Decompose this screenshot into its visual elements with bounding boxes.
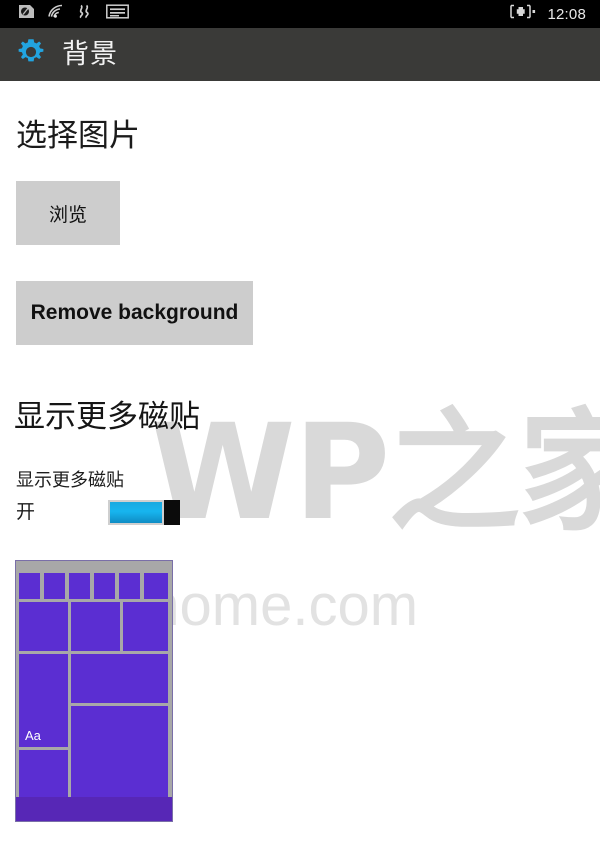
preview-tile-small: [144, 573, 168, 599]
show-more-tiles-toggle-label: 显示更多磁贴: [16, 470, 124, 491]
show-more-tiles-toggle-state: 开: [16, 501, 36, 523]
preview-tile-small: [119, 573, 140, 599]
preview-tile-small: [94, 573, 115, 599]
preview-tile-small: [44, 573, 65, 599]
show-more-tiles-section-title: 显示更多磁贴: [14, 399, 200, 435]
remove-background-button[interactable]: Remove background: [16, 281, 253, 345]
preview-bottom-bar: [16, 797, 172, 821]
pick-image-section-title: 选择图片: [16, 118, 140, 154]
sim-card-icon: [18, 4, 35, 24]
start-screen-preview: Aa: [15, 560, 173, 822]
wifi-signal-icon: [47, 4, 65, 24]
status-bar-left-icons: [18, 4, 129, 24]
show-more-tiles-toggle-switch[interactable]: [108, 500, 180, 525]
preview-tile-wide: [71, 654, 168, 703]
preview-tile-medium: [123, 602, 168, 651]
preview-tile-left-bottom: [19, 750, 68, 797]
battery-charging-icon: [509, 4, 537, 24]
settings-content: 选择图片 浏览 Remove background 显示更多磁贴 显示更多磁贴 …: [0, 81, 600, 849]
preview-tile-tall-aa: Aa: [19, 654, 68, 747]
toggle-track: [108, 500, 164, 525]
toggle-thumb[interactable]: [164, 500, 180, 525]
list-menu-icon: [106, 4, 129, 24]
show-more-tiles-toggle-row: 开: [16, 500, 180, 525]
preview-tile-wide-tall: [71, 706, 168, 797]
browse-button[interactable]: 浏览: [16, 181, 120, 245]
preview-tile-medium: [71, 602, 120, 651]
app-header: 背景: [0, 28, 600, 81]
gear-icon: [16, 37, 46, 72]
status-bar-right: 12:08: [509, 4, 586, 24]
status-bar: 12:08: [0, 0, 600, 28]
vibrate-mode-icon: [77, 4, 94, 24]
preview-tile-small: [19, 573, 40, 599]
page-title: 背景: [62, 39, 118, 70]
preview-tile-small: [69, 573, 90, 599]
preview-tile-medium: [19, 602, 68, 651]
status-bar-clock: 12:08: [547, 5, 586, 23]
preview-tile-label: Aa: [25, 728, 41, 743]
